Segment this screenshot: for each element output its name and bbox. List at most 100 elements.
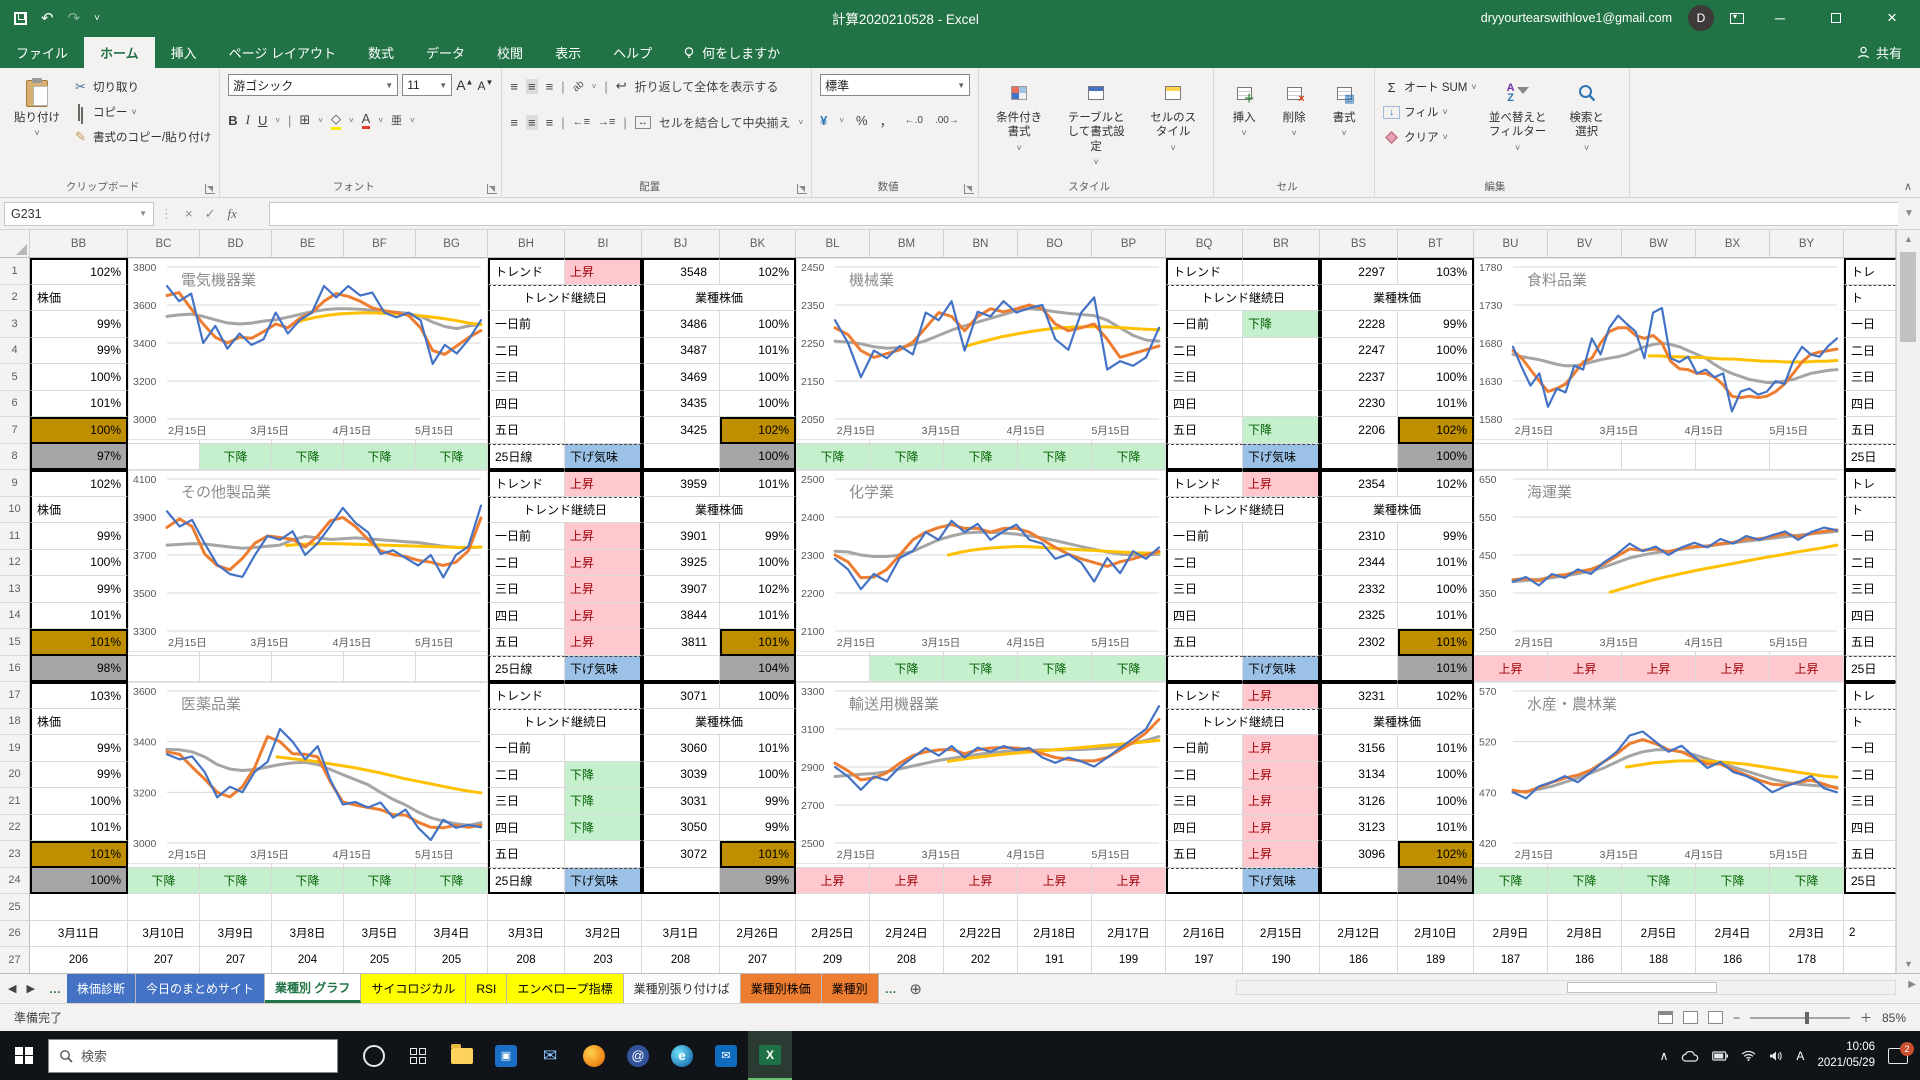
cell[interactable]: 3072 bbox=[642, 841, 720, 868]
cell[interactable]: ト bbox=[1844, 285, 1896, 312]
cell[interactable]: 206 bbox=[30, 947, 128, 973]
cell[interactable] bbox=[642, 444, 720, 471]
column-header-BF[interactable]: BF bbox=[344, 230, 416, 258]
cell[interactable] bbox=[1770, 444, 1844, 471]
cell[interactable]: 3469 bbox=[642, 364, 720, 391]
cell[interactable]: 2月25日 bbox=[796, 921, 870, 948]
cell[interactable]: 2344 bbox=[1320, 550, 1398, 577]
customize-qat-icon[interactable]: ˅ bbox=[94, 13, 100, 24]
cell[interactable]: 業種株価 bbox=[642, 285, 796, 312]
cell[interactable]: 2237 bbox=[1320, 364, 1398, 391]
cell[interactable]: 四日 bbox=[1166, 603, 1243, 630]
cell[interactable]: 99% bbox=[720, 788, 796, 815]
cell[interactable]: 98% bbox=[30, 656, 128, 683]
cell[interactable]: 下降 bbox=[200, 444, 272, 471]
cell[interactable] bbox=[1243, 894, 1320, 921]
cell[interactable] bbox=[128, 894, 200, 921]
cell[interactable]: 100% bbox=[720, 682, 796, 709]
wrap-text-icon[interactable]: ↩ bbox=[616, 78, 627, 94]
taskbar-teams[interactable]: @ bbox=[616, 1031, 660, 1080]
cell[interactable] bbox=[1243, 364, 1320, 391]
cell[interactable] bbox=[1320, 868, 1398, 895]
cell[interactable] bbox=[1622, 444, 1696, 471]
cell[interactable]: トレ bbox=[1844, 470, 1896, 497]
cell[interactable]: 上昇 bbox=[1018, 868, 1092, 895]
cell[interactable]: 2月26日 bbox=[720, 921, 796, 948]
cell[interactable]: 一日前 bbox=[1166, 311, 1243, 338]
cell[interactable]: 上昇 bbox=[565, 258, 642, 285]
cell[interactable]: 上昇 bbox=[565, 629, 642, 656]
cell[interactable]: 99% bbox=[30, 735, 128, 762]
cell[interactable] bbox=[272, 656, 344, 683]
cell[interactable]: 業種株価 bbox=[642, 497, 796, 524]
cell[interactable]: 二日 bbox=[1844, 338, 1896, 365]
conditional-formatting-button[interactable]: 条件付き書式˅ bbox=[987, 74, 1051, 158]
cell[interactable]: 102% bbox=[30, 470, 128, 497]
normal-view-icon[interactable] bbox=[1658, 1011, 1673, 1024]
cell[interactable]: 上昇 bbox=[1696, 656, 1770, 683]
cell[interactable] bbox=[1770, 894, 1844, 921]
font-size-combo[interactable]: 11▼ bbox=[402, 74, 452, 96]
cell[interactable] bbox=[1243, 258, 1320, 285]
vertical-scrollbar-thumb[interactable] bbox=[1900, 252, 1916, 342]
cell[interactable]: 下降 bbox=[944, 444, 1018, 471]
cell[interactable]: 3901 bbox=[642, 523, 720, 550]
column-header-BW[interactable]: BW bbox=[1622, 230, 1696, 258]
paste-button[interactable]: 貼り付け˅ bbox=[8, 74, 66, 144]
cell[interactable]: 3月4日 bbox=[416, 921, 488, 948]
cell[interactable]: 下降 bbox=[870, 656, 944, 683]
cell[interactable]: 下げ気味 bbox=[1243, 656, 1320, 683]
tell-me-box[interactable]: 何をしますか bbox=[668, 37, 794, 68]
row-header-22[interactable]: 22 bbox=[0, 815, 30, 842]
cell[interactable]: 下降 bbox=[416, 868, 488, 895]
row-header-14[interactable]: 14 bbox=[0, 603, 30, 630]
percent-format-icon[interactable]: % bbox=[856, 113, 868, 128]
delete-cells-button[interactable]: × 削除˅ bbox=[1272, 74, 1316, 144]
cell[interactable] bbox=[30, 894, 128, 921]
cell[interactable]: 上昇 bbox=[796, 868, 870, 895]
embedded-chart-4[interactable]: 250024002300220021002月15日3月15日4月15日5月15日… bbox=[796, 470, 1166, 652]
column-header-BG[interactable]: BG bbox=[416, 230, 488, 258]
alignment-dialog-launcher[interactable] bbox=[797, 184, 807, 194]
cell[interactable]: 業種株価 bbox=[1320, 285, 1474, 312]
taskbar-store[interactable]: ▣ bbox=[484, 1031, 528, 1080]
cell[interactable]: 205 bbox=[344, 947, 416, 973]
cell[interactable]: 下降 bbox=[1474, 868, 1548, 895]
cell[interactable] bbox=[1320, 656, 1398, 683]
cell[interactable]: 197 bbox=[1166, 947, 1243, 973]
ribbon-tab-ホーム[interactable]: ホーム bbox=[84, 37, 155, 68]
row-header-19[interactable]: 19 bbox=[0, 735, 30, 762]
italic-button[interactable]: I bbox=[246, 112, 250, 128]
row-header-13[interactable]: 13 bbox=[0, 576, 30, 603]
cell[interactable]: 3548 bbox=[642, 258, 720, 285]
tray-chevron-icon[interactable]: ∧ bbox=[1660, 1049, 1669, 1063]
cell[interactable]: 99% bbox=[30, 762, 128, 789]
cell[interactable]: トレンド継続日 bbox=[488, 709, 642, 736]
cell[interactable]: 25日線 bbox=[488, 868, 565, 895]
cell[interactable]: 下降 bbox=[870, 444, 944, 471]
cell[interactable]: 103% bbox=[30, 682, 128, 709]
cell[interactable] bbox=[1166, 868, 1243, 895]
name-box[interactable]: G231▼ bbox=[4, 202, 154, 226]
clear-button[interactable]: クリア ˅ bbox=[1383, 126, 1477, 148]
cell[interactable]: 99% bbox=[30, 523, 128, 550]
cell[interactable]: 99% bbox=[30, 338, 128, 365]
phonetic-guide-icon[interactable]: 亜 bbox=[391, 112, 402, 128]
cell[interactable]: 101% bbox=[720, 338, 796, 365]
cell[interactable]: 103% bbox=[1398, 258, 1474, 285]
cell-styles-button[interactable]: セルのスタイル˅ bbox=[1141, 74, 1205, 158]
column-header-BI[interactable]: BI bbox=[565, 230, 642, 258]
onedrive-icon[interactable] bbox=[1681, 1050, 1699, 1062]
cell[interactable] bbox=[565, 417, 642, 444]
cell[interactable]: 四日 bbox=[488, 815, 565, 842]
cell[interactable]: 2月16日 bbox=[1166, 921, 1243, 948]
taskbar-cortana[interactable] bbox=[352, 1031, 396, 1080]
cell[interactable]: 上昇 bbox=[565, 603, 642, 630]
cell[interactable]: 3123 bbox=[1320, 815, 1398, 842]
cell[interactable]: 25日線 bbox=[488, 444, 565, 471]
cell[interactable] bbox=[1844, 894, 1896, 921]
ribbon-tab-ヘルプ[interactable]: ヘルプ bbox=[597, 37, 668, 68]
cell[interactable] bbox=[565, 841, 642, 868]
cell[interactable] bbox=[1243, 338, 1320, 365]
cell[interactable]: 2206 bbox=[1320, 417, 1398, 444]
